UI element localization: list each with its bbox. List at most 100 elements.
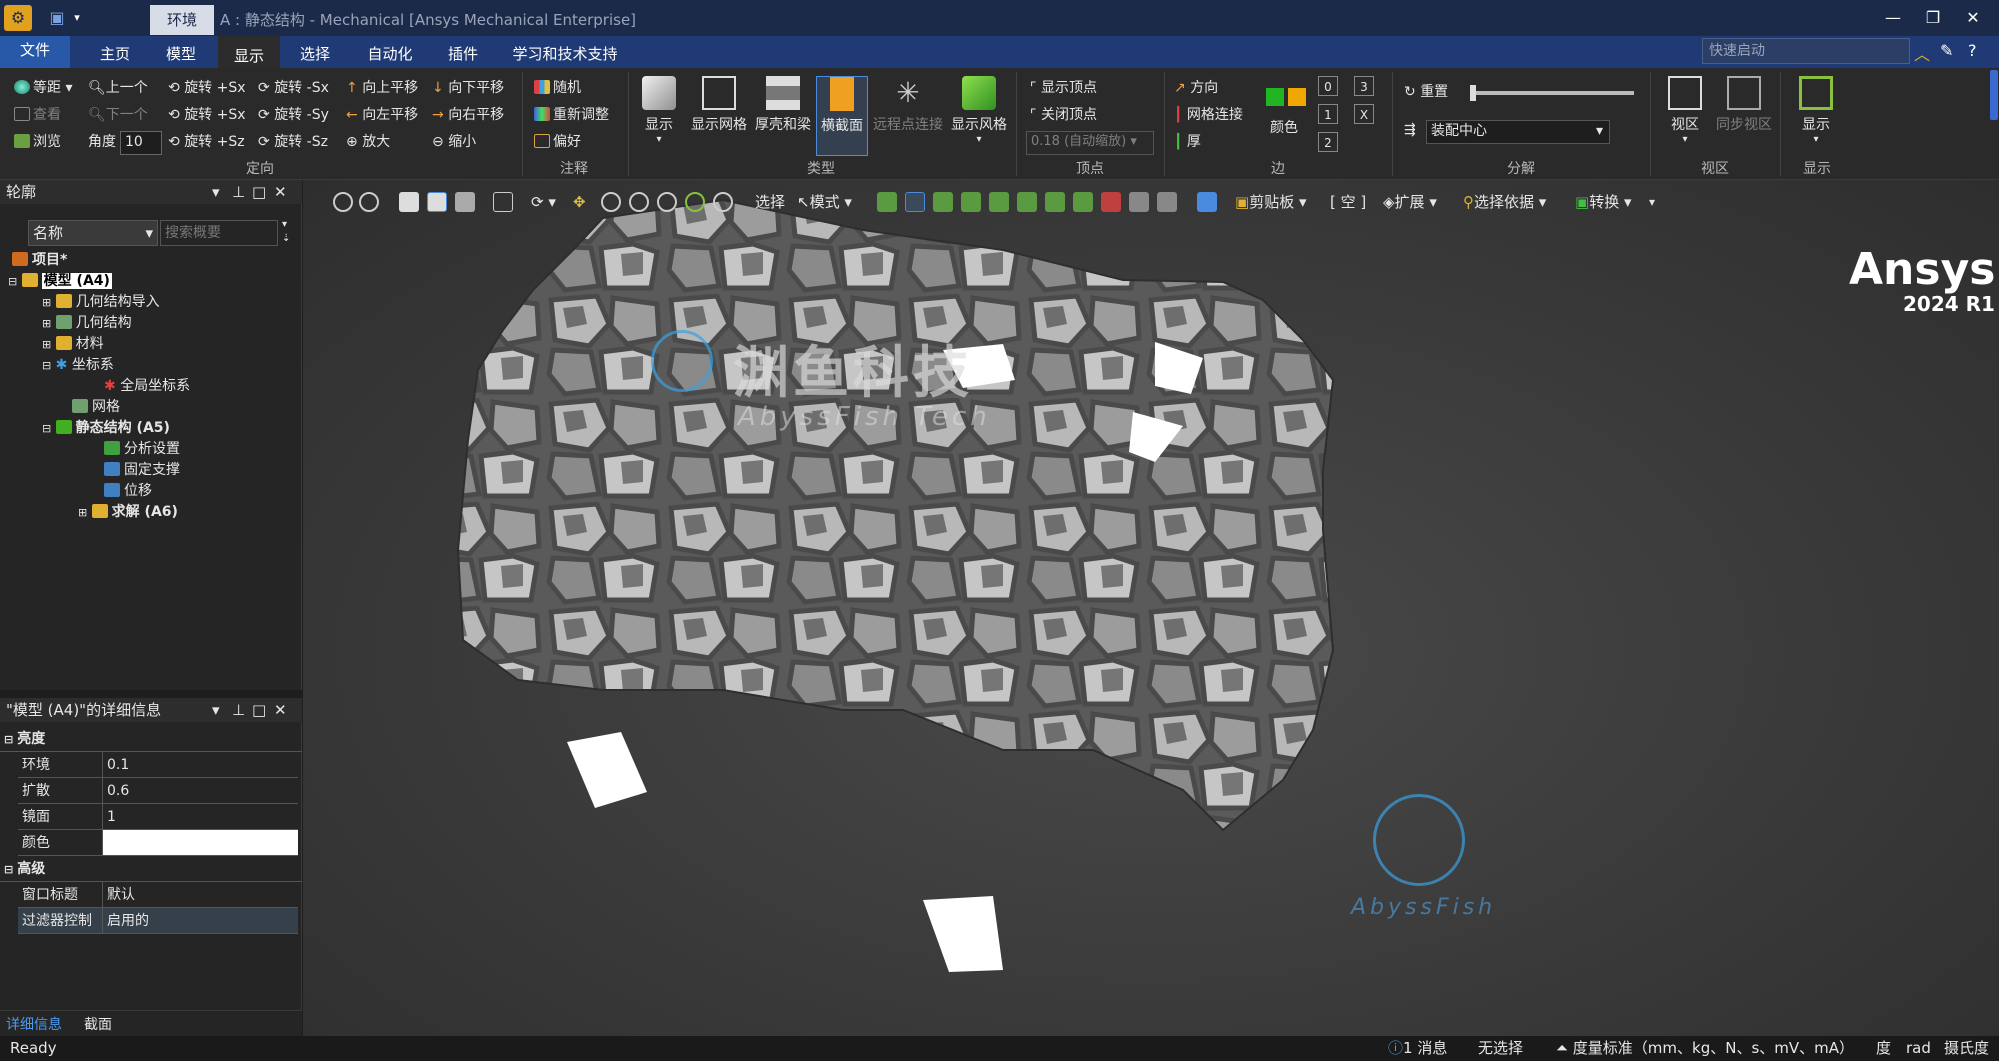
tree-item-geometry[interactable]: ⊞ 几何结构 — [42, 313, 132, 333]
rotate-minus-sz-button[interactable]: ⟳ 旋转 -Sz — [258, 132, 328, 152]
section-lighting[interactable]: ⊟ 亮度 — [0, 726, 302, 752]
voronoi-model[interactable] — [303, 180, 1999, 1036]
maximize-icon[interactable]: □ — [252, 698, 266, 722]
rotate-plus-sy-button[interactable]: ⟲ 旋转 +Sx — [168, 105, 246, 125]
tab-details[interactable]: 详细信息 — [6, 1014, 62, 1034]
angle-unit[interactable]: 度 — [1876, 1036, 1891, 1061]
pan-icon[interactable]: ✥ — [573, 190, 586, 214]
zoom-to-fit-icon[interactable] — [333, 192, 353, 212]
help-icon[interactable]: ? — [1968, 41, 1977, 60]
section-view-icon[interactable] — [493, 192, 513, 212]
save-icon[interactable]: ▣ — [46, 5, 68, 31]
tree-item-geometry-import[interactable]: ⊞ 几何结构导入 — [42, 292, 160, 312]
edge-color-green-swatch[interactable] — [1266, 88, 1284, 106]
messages-indicator[interactable]: ⓘ1 消息 — [1388, 1036, 1447, 1061]
rotation-unit[interactable]: rad — [1906, 1036, 1931, 1061]
detail-row-diffuse[interactable]: 扩散 0.6 — [18, 778, 298, 804]
detail-row-filter-control[interactable]: 过滤器控制 启用的 — [18, 908, 298, 934]
detail-row-specular[interactable]: 镜面 1 — [18, 804, 298, 830]
pan-up-button[interactable]: ↑ 向上平移 — [346, 78, 418, 98]
select-by-dropdown[interactable]: ⚲选择依据 ▾ — [1463, 190, 1546, 214]
name-filter-select[interactable]: 名称 ▾ — [28, 220, 158, 246]
color-swatch[interactable] — [102, 830, 298, 855]
mesh-connection-button[interactable]: ┃ 网格连接 — [1174, 105, 1243, 125]
select-element-icon[interactable] — [1045, 192, 1065, 212]
temperature-unit[interactable]: 摄氏度 — [1944, 1036, 1989, 1061]
selection-status[interactable]: 无选择 — [1478, 1036, 1523, 1061]
tree-item-fixed-support[interactable]: 固定支撑 — [104, 460, 180, 480]
tree-item-mesh[interactable]: 网格 — [72, 397, 120, 417]
rescale-button[interactable]: 重新调整 — [534, 105, 609, 125]
tree-item-materials[interactable]: ⊞ 材料 — [42, 334, 104, 354]
rotate-minus-sx-button[interactable]: ⟳ 旋转 -Sx — [258, 78, 329, 98]
extend-dropdown[interactable]: ◈扩展 ▾ — [1383, 190, 1437, 214]
pan-left-button[interactable]: ← 向左平移 — [346, 105, 418, 125]
select-element-face-icon[interactable] — [1017, 192, 1037, 212]
tab-section-planes[interactable]: 截面 — [84, 1014, 112, 1034]
tree-item-solution[interactable]: ⊞ 求解 (A6) — [78, 502, 178, 522]
show-vertices-button[interactable]: ⌜ 显示顶点 — [1030, 78, 1097, 98]
explode-slider[interactable] — [1470, 91, 1634, 95]
select-face-icon[interactable] — [933, 192, 953, 212]
assembly-center-select[interactable]: 装配中心 ▾ — [1426, 120, 1610, 144]
menu-display[interactable]: 显示 — [218, 36, 280, 68]
explode-reset-button[interactable]: ↻ 重置 — [1404, 82, 1448, 102]
select-mesh-icon[interactable] — [1073, 192, 1093, 212]
close-icon[interactable]: ✕ — [274, 180, 287, 204]
edge-option-x-button[interactable]: X — [1354, 104, 1374, 124]
feedback-icon[interactable]: ✎ — [1940, 41, 1953, 60]
rotate-minus-sy-button[interactable]: ⟳ 旋转 -Sy — [258, 105, 329, 125]
ribbon-scrollbar[interactable] — [1990, 70, 1998, 120]
show-button[interactable]: 显示 ▾ — [636, 76, 682, 156]
clipboard-dropdown[interactable]: ▣剪贴板 ▾ — [1235, 190, 1307, 214]
show-mesh-button[interactable]: 显示网格 — [688, 76, 750, 156]
thick-edge-button[interactable]: ┃ 厚 — [1174, 132, 1201, 152]
section-advanced[interactable]: ⊟ 高级 — [0, 856, 302, 882]
display-panels-button[interactable]: 显示 ▾ — [1790, 76, 1842, 156]
edge-option-0-button[interactable]: 0 — [1318, 76, 1338, 96]
select-vertex-icon[interactable] — [877, 192, 897, 212]
zoom-in-button[interactable]: ⊕ 放大 — [346, 132, 390, 152]
quick-launch-input[interactable]: 快速启动 — [1702, 38, 1910, 64]
vertex-scale-select[interactable]: 0.18 (自动缩放) ▾ — [1026, 131, 1154, 155]
detail-row-window-title[interactable]: 窗口标题 默认 — [18, 882, 298, 908]
zoom-out-button[interactable]: ⊖ 缩小 — [432, 132, 476, 152]
angle-input[interactable]: 10 — [120, 131, 162, 155]
display-edges-icon[interactable] — [399, 192, 419, 212]
menu-select[interactable]: 选择 — [284, 36, 346, 68]
tree-item-displacement[interactable]: 位移 — [104, 481, 152, 501]
shaded-icon[interactable] — [427, 192, 447, 212]
tree-item-model[interactable]: ⊟ 模型 (A4) — [8, 271, 112, 291]
minimize-button[interactable]: — — [1878, 6, 1908, 30]
tree-item-static-structural[interactable]: ⊟ 静态结构 (A5) — [42, 418, 170, 438]
browse-button[interactable]: 浏览 — [14, 132, 61, 152]
tree-item-coordinate-systems[interactable]: ⊟ ✱ 坐标系 — [42, 355, 114, 375]
select-edge-icon[interactable] — [905, 192, 925, 212]
foam-geometry[interactable] — [456, 198, 1335, 832]
select-mode-dropdown[interactable]: ↖模式 ▾ — [797, 190, 852, 214]
edge-direction-button[interactable]: ↗ 方向 — [1174, 78, 1218, 98]
wireframe-icon[interactable] — [455, 192, 475, 212]
label-icon[interactable] — [1129, 192, 1149, 212]
unit-system[interactable]: ⏶ 度量标准（mm、kg、N、s、mV、mA） — [1556, 1036, 1854, 1061]
comment-icon[interactable] — [1157, 192, 1177, 212]
explode-slider-handle[interactable] — [1470, 85, 1476, 101]
cross-section-button[interactable]: 横截面 — [816, 76, 868, 156]
zoom-out-icon[interactable] — [359, 192, 379, 212]
isometric-button[interactable]: 等距 ▾ — [14, 78, 72, 98]
rotate-icon[interactable]: ⟳ ▾ — [531, 190, 556, 214]
rotate-plus-sx-button[interactable]: ⟲ 旋转 +Sx — [168, 78, 246, 98]
viewports-button[interactable]: 视区 ▾ — [1660, 76, 1710, 156]
menu-learning[interactable]: 学习和技术支持 — [500, 36, 630, 68]
detail-row-ambient[interactable]: 环境 0.1 — [18, 752, 298, 778]
outline-search-input[interactable]: 搜索概要 — [160, 220, 278, 246]
menu-model[interactable]: 模型 — [150, 36, 212, 68]
tree-item-analysis-settings[interactable]: 分析设置 — [104, 439, 180, 459]
menu-home[interactable]: 主页 — [84, 36, 146, 68]
zoom-icon[interactable] — [601, 192, 621, 212]
close-icon[interactable]: ✕ — [274, 698, 287, 722]
maximize-icon[interactable]: □ — [252, 180, 266, 204]
edge-option-1-button[interactable]: 1 — [1318, 104, 1338, 124]
select-body-icon[interactable] — [961, 192, 981, 212]
context-tab-environment[interactable]: 环境 — [150, 5, 214, 35]
